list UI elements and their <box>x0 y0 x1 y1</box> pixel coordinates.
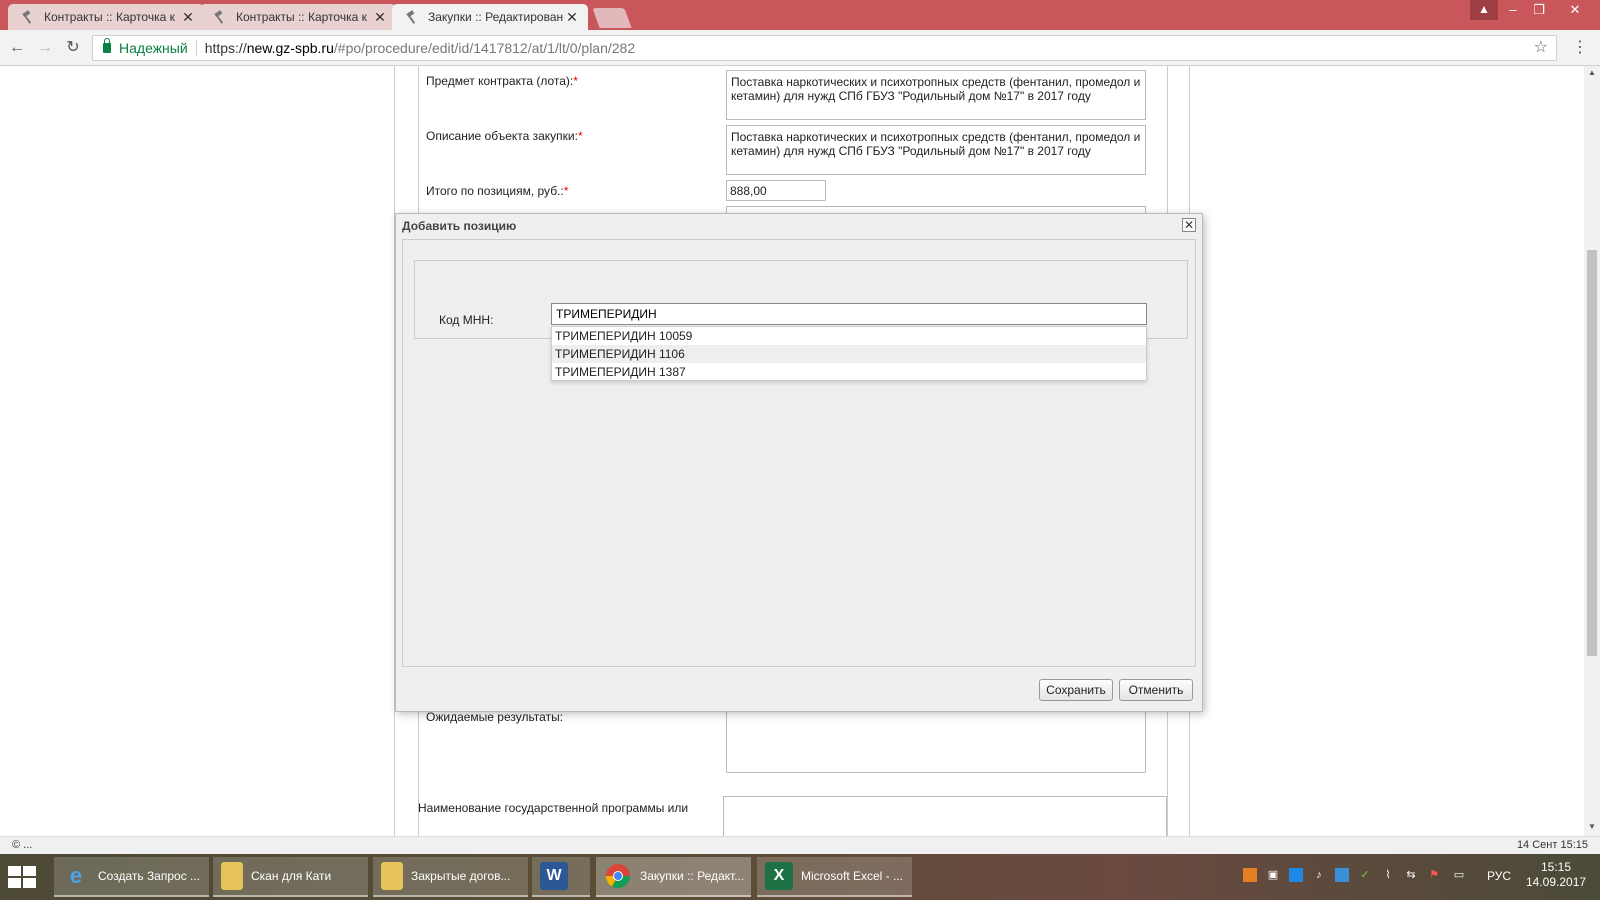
bookmark-star-icon[interactable]: ☆ <box>1534 37 1548 57</box>
clock-date: 14.09.2017 <box>1526 875 1587 889</box>
dialog-close-icon[interactable]: ✕ <box>1182 218 1196 232</box>
dialog-body: Код МНН: ТРИМЕПЕРИДИН ТРИМЕПЕРИДИН 10059… <box>402 239 1196 667</box>
subject-label: Предмет контракта (лота):* <box>426 74 578 88</box>
security-indicator: Надежный <box>119 40 188 56</box>
tray-wifi-icon[interactable]: ⌇ <box>1381 868 1395 882</box>
taskbar-item-label: Создать Запрос ... <box>98 869 201 883</box>
suggestion-item[interactable]: ТРИМЕПЕРИДИН 1387 <box>552 363 1146 381</box>
address-bar[interactable]: Надежный https://new.gz-spb.ru/#po/proce… <box>92 35 1557 61</box>
save-button[interactable]: Сохранить <box>1039 679 1113 701</box>
dialog-title: Добавить позицию <box>402 219 517 233</box>
subject-textarea[interactable]: Поставка наркотических и психотропных ср… <box>726 70 1146 120</box>
total-label-text: Итого по позициям, руб.: <box>426 184 564 198</box>
required-mark: * <box>573 74 578 88</box>
restore-icon[interactable]: ❐ <box>1524 0 1554 22</box>
reload-icon[interactable]: ↻ <box>62 37 84 59</box>
tab-close-icon[interactable]: ✕ <box>180 9 196 26</box>
required-mark: * <box>577 129 583 143</box>
tab-procurement-active[interactable]: Закупки :: Редактирован ✕ <box>392 4 588 30</box>
tray-app-icon[interactable] <box>1243 868 1257 882</box>
tab-label: Закупки :: Редактирован <box>428 10 564 24</box>
state-program-textarea[interactable] <box>723 796 1167 836</box>
suggestion-item[interactable]: ТРИМЕПЕРИДИН 10059 <box>552 327 1146 345</box>
folder-icon <box>381 862 403 890</box>
expected-results-label: Ожидаемые результаты: <box>426 710 564 724</box>
taskbar-item-folder-contracts[interactable]: Закрытые догов... <box>373 857 528 897</box>
description-label: Описание объекта закупки:* <box>426 129 583 143</box>
taskbar-item-word[interactable]: W <box>532 857 590 897</box>
new-tab-button[interactable] <box>592 8 632 28</box>
tray-network-icon[interactable]: ▣ <box>1266 868 1280 882</box>
description-label-text: Описание объекта закупки: <box>426 129 578 143</box>
state-program-label: Наименование государственной программы и… <box>418 801 689 815</box>
tray-flag-icon[interactable]: ⚑ <box>1427 868 1441 882</box>
tab-contracts-2[interactable]: Контракты :: Карточка к ✕ <box>200 4 396 30</box>
taskbar-item-label: Microsoft Excel - ... <box>801 869 904 883</box>
browser-menu-icon[interactable]: ⋮ <box>1572 37 1588 57</box>
system-clock[interactable]: 15:15 14.09.2017 <box>1526 860 1586 890</box>
tab-close-icon[interactable]: ✕ <box>372 9 388 26</box>
tray-sync-icon[interactable]: ⇆ <box>1404 868 1418 882</box>
gavel-icon <box>22 10 32 24</box>
url-host: new.gz-spb.ru <box>246 40 334 56</box>
word-icon: W <box>540 862 568 890</box>
windows-taskbar: e Создать Запрос ... Скан для Кати Закры… <box>0 854 1600 900</box>
tab-contracts-1[interactable]: Контракты :: Карточка к ✕ <box>8 4 204 30</box>
total-input[interactable]: 888,00 <box>726 180 826 201</box>
tab-label: Контракты :: Карточка к <box>44 10 175 24</box>
suggestion-item[interactable]: ТРИМЕПЕРИДИН 1106 <box>552 345 1146 363</box>
mnn-suggestions: ТРИМЕПЕРИДИН 10059 ТРИМЕПЕРИДИН 1106 ТРИ… <box>551 326 1147 381</box>
cancel-button[interactable]: Отменить <box>1119 679 1193 701</box>
tray-check-icon[interactable]: ✓ <box>1358 868 1372 882</box>
tab-label: Контракты :: Карточка к <box>236 10 367 24</box>
user-profile-icon[interactable]: ▲ <box>1470 0 1498 20</box>
gavel-icon <box>214 10 224 24</box>
page-scrollbar[interactable]: ▲ ▼ <box>1584 66 1600 836</box>
taskbar-item-label: Закрытые догов... <box>411 869 511 883</box>
ie-icon: e <box>69 863 83 888</box>
status-bar: © ... 14 Сент 15:15 <box>0 836 1600 854</box>
chrome-icon <box>606 864 630 889</box>
clock-time: 15:15 <box>1540 860 1572 874</box>
excel-icon: X <box>765 862 793 890</box>
mnn-code-input[interactable]: ТРИМЕПЕРИДИН <box>551 303 1147 325</box>
scrollbar-thumb[interactable] <box>1587 250 1597 656</box>
tray-update-icon[interactable] <box>1335 868 1349 882</box>
taskbar-item-excel[interactable]: X Microsoft Excel - ... <box>757 857 912 897</box>
status-left: © ... <box>12 839 33 851</box>
total-label: Итого по позициям, руб.:* <box>426 184 568 198</box>
subject-label-text: Предмет контракта (лота): <box>426 74 574 88</box>
scroll-down-icon[interactable]: ▼ <box>1584 822 1600 831</box>
status-datetime: 14 Сент 15:15 <box>1516 839 1588 851</box>
browser-toolbar: ← → ↻ Надежный https://new.gz-spb.ru/#po… <box>0 30 1600 66</box>
language-indicator[interactable]: РУС <box>1487 869 1511 883</box>
taskbar-item-chrome[interactable]: Закупки :: Редакт... <box>596 857 751 897</box>
volume-icon[interactable]: ♪ <box>1312 868 1326 882</box>
add-position-dialog: Добавить позицию ✕ Код МНН: ТРИМЕПЕРИДИН… <box>395 213 1203 712</box>
folder-icon <box>221 862 243 890</box>
tray-monitor-icon[interactable]: ▭ <box>1452 868 1466 882</box>
mnn-code-label: Код МНН: <box>439 313 494 327</box>
description-textarea[interactable]: Поставка наркотических и психотропных ср… <box>726 125 1146 175</box>
url-scheme: https:// <box>204 40 247 56</box>
url-path: /#po/procedure/edit/id/1417812/at/1/lt/0… <box>333 40 636 56</box>
browser-tab-strip: Контракты :: Карточка к ✕ Контракты :: К… <box>0 0 1600 30</box>
address-divider <box>195 40 197 56</box>
required-mark: * <box>563 184 569 198</box>
taskbar-item-ie[interactable]: e Создать Запрос ... <box>54 857 209 897</box>
tray-shield-icon[interactable] <box>1289 868 1303 882</box>
back-arrow-icon[interactable]: ← <box>6 37 28 59</box>
taskbar-item-folder-scan[interactable]: Скан для Кати <box>213 857 368 897</box>
window-close-icon[interactable]: ✕ <box>1560 0 1590 22</box>
forward-arrow-icon[interactable]: → <box>34 37 56 59</box>
taskbar-item-label: Закупки :: Редакт... <box>640 869 745 883</box>
lock-icon <box>103 38 111 53</box>
expected-results-textarea[interactable] <box>726 707 1146 773</box>
tab-close-icon[interactable]: ✕ <box>564 9 580 26</box>
taskbar-item-label: Скан для Кати <box>251 869 332 883</box>
url-text: https://new.gz-spb.ru/#po/procedure/edit… <box>205 40 635 56</box>
gavel-icon <box>406 10 416 24</box>
windows-start-icon[interactable] <box>8 866 38 888</box>
scroll-up-icon[interactable]: ▲ <box>1584 68 1600 77</box>
